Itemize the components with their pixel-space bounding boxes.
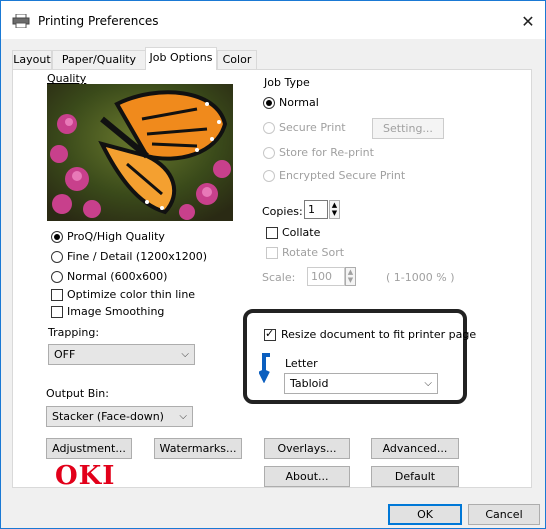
target-paper-value: Tabloid: [290, 377, 329, 390]
title-bar: Printing Preferences ✕: [1, 1, 545, 39]
scale-stepper[interactable]: ▲ ▼: [345, 267, 356, 286]
tab-job-options[interactable]: Job Options: [145, 47, 217, 70]
window-title: Printing Preferences: [38, 14, 159, 28]
default-button[interactable]: Default: [371, 466, 459, 487]
paper-conversion-arrow-icon: [259, 353, 270, 383]
scale-input[interactable]: 100: [307, 267, 345, 286]
quality-radio-fine[interactable]: [51, 251, 63, 263]
chevron-down-icon: ⌵: [181, 349, 189, 360]
job-type-option-store-reprint: Store for Re-print: [279, 146, 374, 159]
quality-option-fine: Fine / Detail (1200x1200): [67, 250, 208, 263]
output-bin-label: Output Bin:: [46, 387, 109, 400]
quality-radio-proq[interactable]: [51, 231, 63, 243]
copies-label: Copies:: [262, 205, 303, 218]
cancel-button[interactable]: Cancel: [468, 504, 540, 525]
watermarks-button[interactable]: Watermarks...: [154, 438, 242, 459]
scale-range-label: ( 1-1000 % ): [386, 271, 455, 284]
quality-radio-normal[interactable]: [51, 271, 63, 283]
ok-button[interactable]: OK: [388, 504, 462, 525]
job-type-option-encrypted: Encrypted Secure Print: [279, 169, 406, 182]
setting-button[interactable]: Setting...: [372, 118, 444, 139]
job-type-radio-encrypted[interactable]: [263, 170, 275, 182]
printing-preferences-window: Printing Preferences ✕ Layout Paper/Qual…: [0, 0, 546, 529]
close-button[interactable]: ✕: [515, 9, 541, 35]
oki-logo: OKI: [55, 461, 116, 491]
job-type-option-secure-print: Secure Print: [279, 121, 346, 134]
resize-to-fit-label: Resize document to fit printer page: [281, 328, 477, 341]
overlays-button[interactable]: Overlays...: [264, 438, 350, 459]
source-paper-label: Letter: [285, 357, 318, 370]
trapping-value: OFF: [54, 348, 76, 361]
output-bin-select[interactable]: Stacker (Face-down) ⌵: [46, 406, 193, 427]
quality-option-normal: Normal (600x600): [67, 270, 168, 283]
job-type-option-normal: Normal: [279, 96, 319, 109]
image-smoothing-checkbox[interactable]: [51, 306, 63, 318]
scale-label: Scale:: [262, 271, 296, 284]
chevron-down-icon: ⌵: [424, 378, 432, 389]
trapping-select[interactable]: OFF ⌵: [48, 344, 195, 365]
tab-layout[interactable]: Layout: [12, 50, 52, 69]
optimize-thin-line-checkbox[interactable]: [51, 289, 63, 301]
quality-option-proq: ProQ/High Quality: [67, 230, 165, 243]
job-type-radio-store-reprint[interactable]: [263, 147, 275, 159]
job-type-radio-normal[interactable]: [263, 97, 275, 109]
optimize-thin-line-label: Optimize color thin line: [67, 288, 196, 301]
trapping-label: Trapping:: [48, 326, 100, 339]
copies-input[interactable]: 1: [304, 200, 328, 219]
output-bin-value: Stacker (Face-down): [52, 410, 164, 423]
printer-icon: [12, 14, 30, 28]
collate-checkbox[interactable]: [266, 227, 278, 239]
rotate-sort-checkbox[interactable]: [266, 247, 278, 259]
collate-label: Collate: [282, 226, 321, 239]
adjustment-button[interactable]: Adjustment...: [46, 438, 132, 459]
target-paper-select[interactable]: Tabloid ⌵: [284, 373, 438, 394]
tab-color[interactable]: Color: [217, 50, 257, 69]
advanced-button[interactable]: Advanced...: [371, 438, 459, 459]
tab-paper-quality[interactable]: Paper/Quality: [52, 50, 146, 69]
chevron-down-icon: ⌵: [179, 411, 187, 422]
job-type-group-label: Job Type: [262, 76, 312, 89]
rotate-sort-label: Rotate Sort: [282, 246, 345, 259]
about-button[interactable]: About...: [264, 466, 350, 487]
resize-to-fit-checkbox[interactable]: [264, 327, 276, 341]
job-type-radio-secure-print[interactable]: [263, 122, 275, 134]
image-smoothing-label: Image Smoothing: [67, 305, 165, 318]
copies-stepper[interactable]: ▲ ▼: [329, 200, 340, 219]
quality-preview-image: [47, 84, 233, 221]
